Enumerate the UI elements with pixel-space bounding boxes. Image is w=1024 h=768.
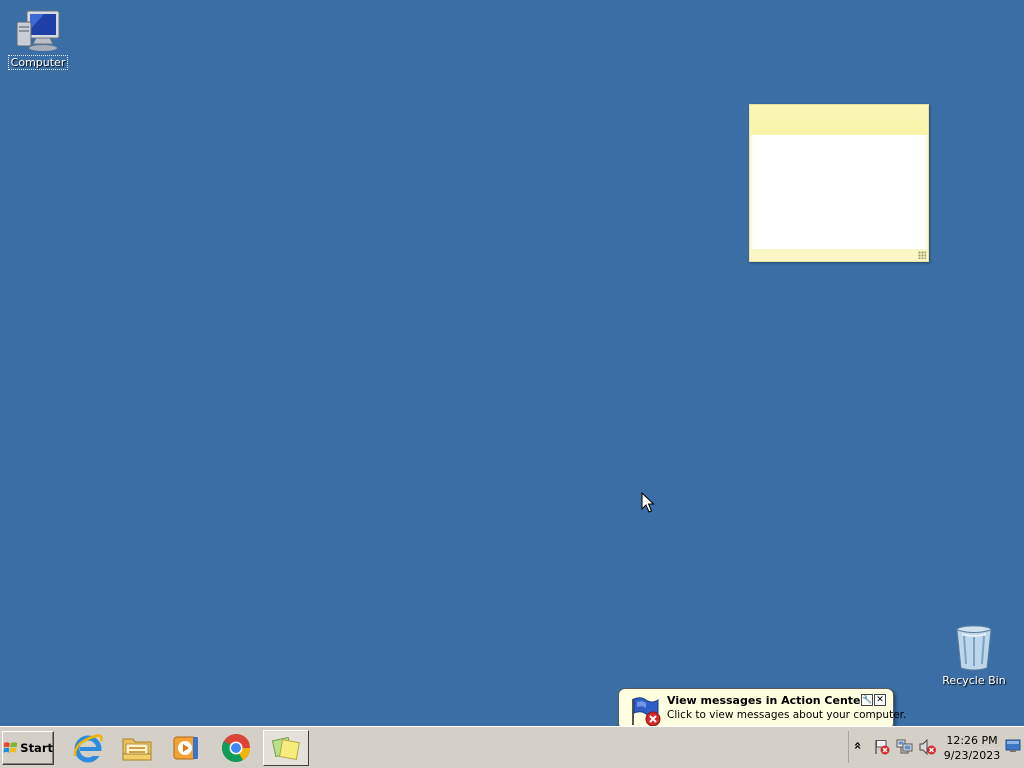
resize-grip-icon[interactable] bbox=[918, 251, 926, 259]
taskbar-chrome[interactable] bbox=[213, 730, 259, 766]
notification-options-button[interactable]: 🔧 bbox=[861, 694, 873, 706]
clock-time: 12:26 PM bbox=[946, 734, 998, 747]
start-label: Start bbox=[20, 741, 53, 755]
media-player-icon bbox=[173, 736, 198, 760]
taskbar-sticky-notes[interactable] bbox=[263, 730, 309, 766]
action-center-notification[interactable]: View messages in Action Center Click to … bbox=[618, 688, 906, 743]
desktop-icon-label: Computer bbox=[7, 55, 69, 70]
mouse-pointer-icon bbox=[641, 492, 655, 513]
desktop-icon-label: Recycle Bin bbox=[942, 674, 1006, 687]
windows-logo-icon bbox=[3, 742, 18, 753]
action-center-icon bbox=[875, 740, 890, 755]
chevron-up-icon: » bbox=[850, 741, 866, 750]
action-center-flag-icon bbox=[632, 697, 661, 727]
network-icon bbox=[896, 739, 913, 754]
taskbar-media-player[interactable] bbox=[163, 730, 209, 766]
sticky-note-text-area[interactable] bbox=[750, 135, 928, 249]
taskbar-file-explorer[interactable] bbox=[114, 730, 160, 766]
taskbar-clock[interactable]: 12:26 PM 9/23/2023 bbox=[942, 733, 1002, 763]
sticky-notes-icon bbox=[271, 736, 300, 761]
start-button[interactable]: Start bbox=[2, 731, 54, 765]
wrench-icon: 🔧 bbox=[862, 695, 872, 704]
volume-muted-icon bbox=[919, 738, 936, 756]
computer-icon bbox=[16, 10, 60, 51]
taskbar-internet-explorer[interactable] bbox=[65, 730, 111, 766]
chrome-icon bbox=[222, 733, 250, 762]
taskbar: Start » 12:26 PM 9/23/2023 bbox=[0, 726, 1024, 768]
internet-explorer-icon bbox=[73, 734, 103, 763]
notification-close-button[interactable]: ✕ bbox=[874, 694, 886, 706]
recycle-bin-icon bbox=[956, 625, 992, 671]
clock-date: 9/23/2023 bbox=[943, 749, 1001, 762]
notification-text: Click to view messages about your comput… bbox=[667, 709, 907, 721]
file-explorer-icon bbox=[122, 738, 152, 761]
notification-title: View messages in Action Center bbox=[667, 694, 866, 707]
sticky-note[interactable] bbox=[749, 104, 929, 262]
sticky-note-header[interactable] bbox=[750, 105, 928, 135]
show-hidden-icons-button[interactable]: » bbox=[851, 738, 866, 753]
tray-network[interactable] bbox=[896, 739, 914, 758]
tray-separator bbox=[848, 731, 849, 763]
tray-action-center[interactable] bbox=[874, 739, 890, 758]
sticky-note-footer bbox=[750, 249, 928, 261]
desktop-icon-recycle-bin[interactable]: Recycle Bin bbox=[936, 624, 1012, 687]
tray-volume[interactable] bbox=[919, 738, 937, 758]
show-desktop-icon bbox=[1005, 739, 1021, 752]
notification-area: » 12:26 PM 9/23/2023 bbox=[848, 727, 1024, 767]
close-icon: ✕ bbox=[876, 695, 884, 705]
desktop-icon-computer[interactable]: Computer bbox=[0, 8, 76, 70]
show-desktop-button[interactable] bbox=[1005, 739, 1021, 756]
